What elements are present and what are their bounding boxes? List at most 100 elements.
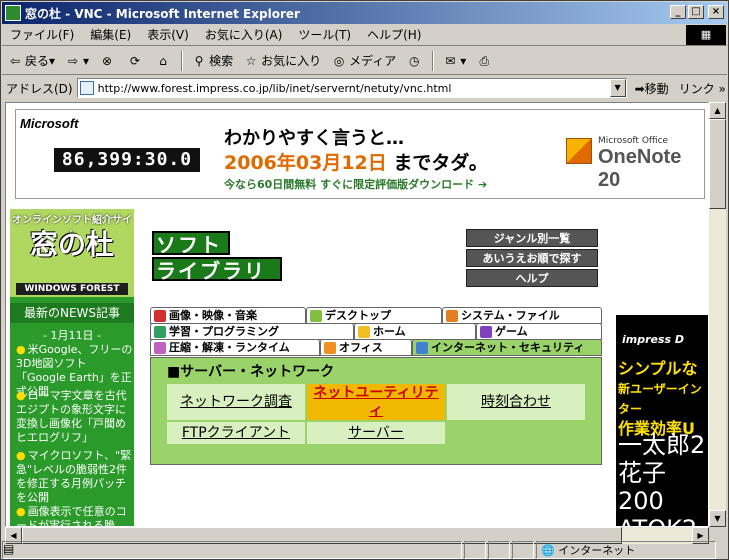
print-button[interactable]: ⎙ — [471, 49, 499, 73]
archive-category-icon — [154, 342, 166, 354]
panel-title: ■サーバー・ネットワーク — [167, 364, 335, 380]
internet-category-icon — [416, 342, 428, 354]
windows-logo-icon: ▦ — [686, 25, 726, 45]
mail-dropdown-icon[interactable]: ▾ — [460, 54, 466, 68]
app-icon — [5, 5, 21, 21]
aiueo-search-button[interactable]: あいうえお順で探す — [466, 249, 598, 267]
status-cell — [512, 541, 534, 559]
toolbar-separator — [432, 50, 435, 71]
menu-file[interactable]: ファイル(F) — [2, 26, 82, 43]
site-logo[interactable]: オンラインソフト紹介サイト 窓の杜 WINDOWS FOREST — [10, 209, 134, 297]
right-ad-banner[interactable]: impress D シンプルな 新ユーザーインター 作業効率U 一太郎2 花子2… — [616, 315, 708, 526]
print-icon: ⎙ — [479, 53, 490, 68]
ad-line1: わかりやすく言うと… — [224, 128, 404, 149]
status-cell — [464, 541, 486, 559]
cat-network-survey[interactable]: ネットワーク調査 — [167, 384, 305, 420]
address-dropdown-button[interactable]: ▼ — [609, 79, 626, 97]
office-icon — [566, 138, 592, 164]
tab-office[interactable]: オフィス — [320, 339, 412, 356]
favorites-icon: ☆ — [245, 53, 257, 68]
menu-view[interactable]: 表示(V) — [139, 26, 197, 43]
zone-indicator: 🌐 インターネット — [536, 541, 716, 559]
sidebar: オンラインソフト紹介サイト 窓の杜 WINDOWS FOREST 最新のNEWS… — [10, 209, 134, 526]
history-button[interactable]: ◷ — [401, 49, 429, 73]
go-button[interactable]: ➡移動 — [635, 80, 669, 97]
forward-dropdown-icon[interactable]: ▾ — [83, 54, 89, 68]
onenote-logo: Microsoft Office OneNote 20 — [564, 134, 704, 191]
status-message: ▤ — [2, 541, 462, 559]
tab-archive[interactable]: 圧縮・解凍・ランタイム — [150, 339, 320, 356]
media-button[interactable]: ◎ メディア — [326, 49, 401, 73]
browser-window: 窓の杜 - VNC - Microsoft Internet Explorer … — [0, 0, 729, 560]
address-input[interactable]: http://www.forest.impress.co.jp/lib/inet… — [76, 78, 627, 98]
mail-button[interactable]: ✉ ▾ — [437, 49, 471, 73]
back-button[interactable]: ⇦ 戻る ▾ — [2, 49, 60, 73]
vertical-scroll-thumb[interactable] — [709, 119, 726, 209]
scroll-up-button[interactable]: ▲ — [709, 102, 726, 119]
maximize-button[interactable]: □ — [688, 5, 704, 19]
news-heading[interactable]: 最新のNEWS記事 — [10, 303, 134, 323]
media-category-icon — [154, 310, 166, 322]
news-date: - 1月11日 - — [43, 329, 101, 342]
cat-server[interactable]: サーバー — [307, 422, 445, 444]
tab-learning[interactable]: 学習・プログラミング — [150, 323, 354, 340]
help-button[interactable]: ヘルプ — [466, 269, 598, 287]
toolbar-separator — [181, 50, 184, 71]
system-category-icon — [446, 310, 458, 322]
status-cell — [488, 541, 510, 559]
refresh-button[interactable]: ⟳ — [122, 49, 150, 73]
menu-tools[interactable]: ツール(T) — [290, 26, 359, 43]
learning-category-icon — [154, 326, 166, 338]
cat-net-utility[interactable]: ネットユーティリティ — [307, 384, 445, 420]
office-category-icon — [324, 342, 336, 354]
page-viewport: Microsoft 86,399:30.0 わかりやすく言うと… 2006年03… — [5, 102, 709, 527]
back-dropdown-icon[interactable]: ▾ — [49, 54, 55, 68]
tab-internet[interactable]: インターネット・セキュリティ — [412, 339, 602, 356]
back-arrow-icon: ⇦ — [9, 53, 21, 68]
cat-ftp-client[interactable]: FTPクライアント — [167, 422, 305, 444]
menu-bar: ファイル(F) 編集(E) 表示(V) お気に入り(A) ツール(T) ヘルプ(… — [2, 24, 727, 46]
tab-home[interactable]: ホーム — [354, 323, 476, 340]
library-logo[interactable]: ソフト ライブラリ — [152, 231, 284, 283]
genre-list-button[interactable]: ジャンル別一覧 — [466, 229, 598, 247]
history-icon: ◷ — [409, 53, 420, 68]
status-bar: ▤ 🌐 インターネット — [2, 540, 727, 560]
news-item[interactable]: ローマ字文章を古代エジプトの象形文字に変換し画像化「戸聞めヒエログリフ」 — [16, 389, 134, 445]
toolbar: ⇦ 戻る ▾ ⇨ ▾ ⊗ ⟳ ⌂ ⚲ 検索 ☆ お気に入り ◎ メディア ◷ ✉ ▾ ⎙ — [2, 47, 727, 75]
menu-help[interactable]: ヘルプ(H) — [359, 26, 429, 43]
page-status-icon: ▤ — [3, 542, 15, 556]
tab-system[interactable]: システム・ファイル — [442, 307, 602, 324]
cat-time-sync[interactable]: 時刻合わせ — [447, 384, 585, 420]
page-icon — [79, 81, 94, 95]
window-title: 窓の杜 - VNC - Microsoft Internet Explorer — [25, 6, 300, 21]
scroll-down-button[interactable]: ▼ — [709, 510, 726, 527]
menu-edit[interactable]: 編集(E) — [82, 26, 139, 43]
globe-icon: 🌐 — [541, 543, 555, 557]
media-icon: ◎ — [333, 53, 345, 68]
tab-game[interactable]: ゲーム — [476, 323, 602, 340]
ad-banner[interactable]: Microsoft 86,399:30.0 わかりやすく言うと… 2006年03… — [15, 109, 705, 199]
vertical-scrollbar[interactable]: ▲ ▼ — [709, 102, 726, 527]
search-button[interactable]: ⚲ 検索 — [186, 49, 238, 73]
favorites-button[interactable]: ☆ お気に入り — [238, 49, 326, 73]
forward-arrow-icon: ⇨ — [68, 53, 79, 68]
stop-button[interactable]: ⊗ — [94, 49, 122, 73]
tab-media[interactable]: 画像・映像・音楽 — [150, 307, 306, 324]
ad-counter: 86,399:30.0 — [54, 148, 200, 172]
news-item[interactable]: 画像表示で任意のコードが実行される脆 — [16, 505, 134, 526]
address-label: アドレス(D) — [6, 81, 73, 96]
game-category-icon — [480, 326, 492, 338]
tab-desktop[interactable]: デスクトップ — [306, 307, 442, 324]
title-bar[interactable]: 窓の杜 - VNC - Microsoft Internet Explorer … — [2, 2, 727, 24]
menu-favorites[interactable]: お気に入り(A) — [197, 26, 291, 43]
home-button[interactable]: ⌂ — [150, 49, 178, 73]
close-button[interactable]: × — [708, 5, 724, 19]
ad-line2: 2006年03月12日 までタダ。 — [224, 152, 488, 174]
news-item[interactable]: マイクロソフト、"緊急"レベルの脆弱性2件を修正する月例パッチを公開 — [16, 449, 134, 505]
minimize-button[interactable]: _ — [670, 5, 686, 19]
forward-button[interactable]: ⇨ ▾ — [60, 49, 94, 73]
links-button[interactable]: リンク » — [679, 80, 726, 97]
ad-download-link[interactable]: 今なら60日間無料 すぐに限定評価版ダウンロード ➔ — [224, 176, 487, 192]
stop-icon: ⊗ — [102, 53, 113, 68]
arrow-circle-icon: ➔ — [477, 178, 488, 191]
